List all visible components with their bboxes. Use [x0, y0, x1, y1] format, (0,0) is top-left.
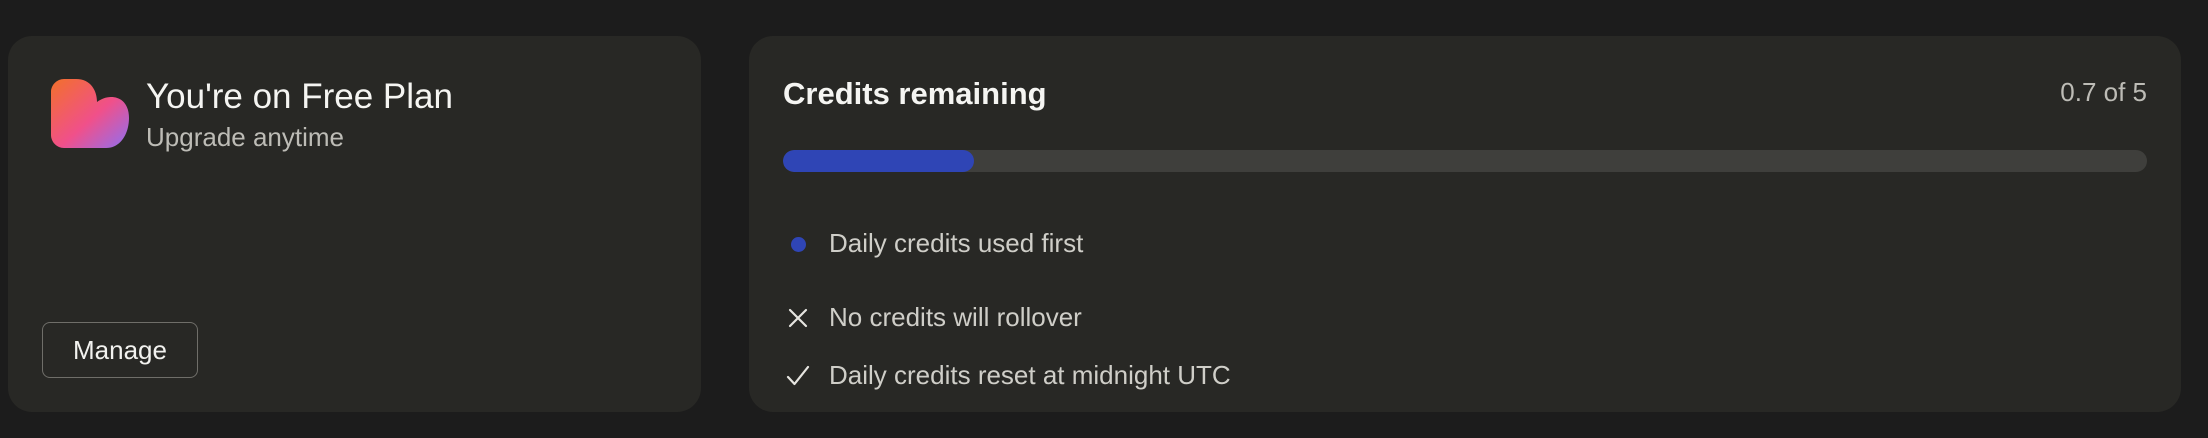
feature-text: Daily credits reset at midnight UTC: [829, 360, 1231, 391]
page: You're on Free Plan Upgrade anytime Mana…: [0, 0, 2208, 438]
heart-logo-icon: [51, 79, 129, 148]
credits-title: Credits remaining: [783, 76, 1047, 111]
feature-text: No credits will rollover: [829, 302, 1082, 333]
x-mark-icon: [783, 303, 813, 333]
plan-title: You're on Free Plan: [146, 77, 453, 116]
credits-count: 0.7 of 5: [2060, 77, 2147, 107]
credits-card: Credits remaining 0.7 of 5 Daily credits…: [749, 36, 2181, 412]
checkmark-icon: [783, 361, 813, 391]
feature-item: Daily credits used first: [783, 224, 1083, 264]
credits-progress-fill: [783, 150, 974, 172]
feature-item: No credits will rollover: [783, 298, 1082, 338]
feature-item: Daily credits reset at midnight UTC: [783, 356, 1231, 396]
blue-dot-icon: [783, 229, 813, 259]
manage-button[interactable]: Manage: [42, 322, 198, 378]
feature-text: Daily credits used first: [829, 228, 1084, 259]
plan-card: You're on Free Plan Upgrade anytime Mana…: [8, 36, 701, 412]
plan-subtitle: Upgrade anytime: [146, 122, 344, 152]
credits-progress-bar: [783, 150, 2147, 172]
